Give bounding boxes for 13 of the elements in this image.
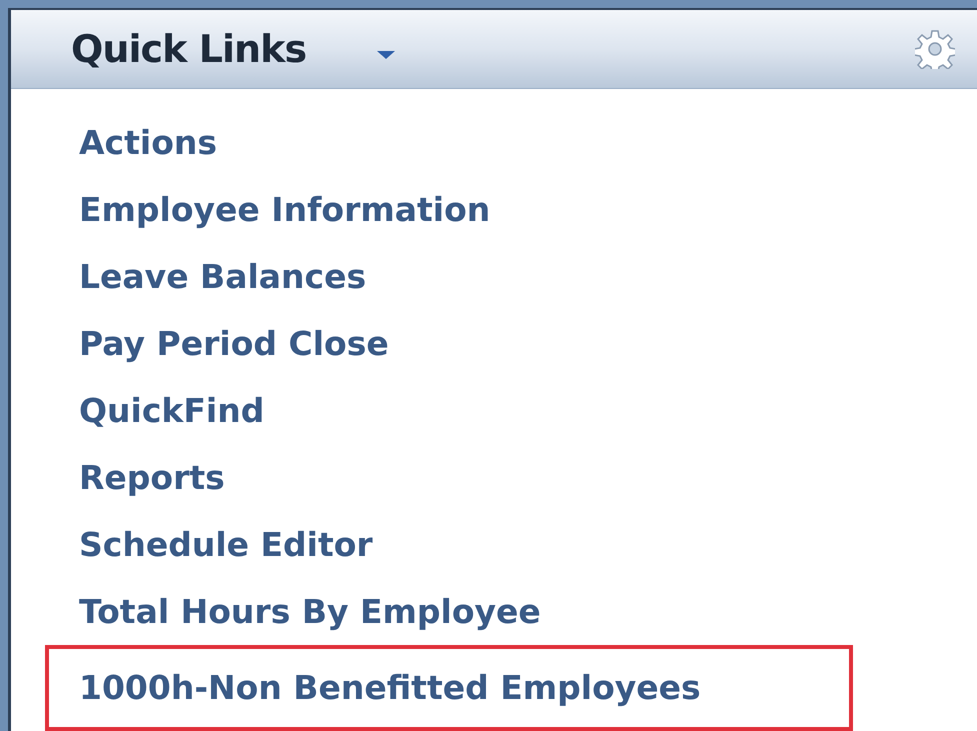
quick-link[interactable]: Pay Period Close bbox=[79, 318, 389, 368]
dropdown-caret[interactable] bbox=[376, 49, 396, 61]
panel-title: Quick Links bbox=[71, 26, 306, 72]
caret-icon bbox=[377, 51, 396, 59]
quick-link[interactable]: 1000h-Non Benefitted Employees bbox=[79, 663, 701, 713]
quick-link[interactable]: Schedule Editor bbox=[79, 520, 373, 570]
settings-icon bbox=[915, 29, 955, 69]
quick-link[interactable]: Reports bbox=[79, 452, 225, 502]
quick-link[interactable]: Actions bbox=[79, 118, 217, 168]
quick-link[interactable]: Total Hours By Employee bbox=[79, 586, 541, 636]
quick-link[interactable]: QuickFind bbox=[79, 386, 264, 436]
quick-link[interactable]: Leave Balances bbox=[79, 252, 366, 302]
quick-link[interactable]: Employee Information bbox=[79, 184, 490, 234]
